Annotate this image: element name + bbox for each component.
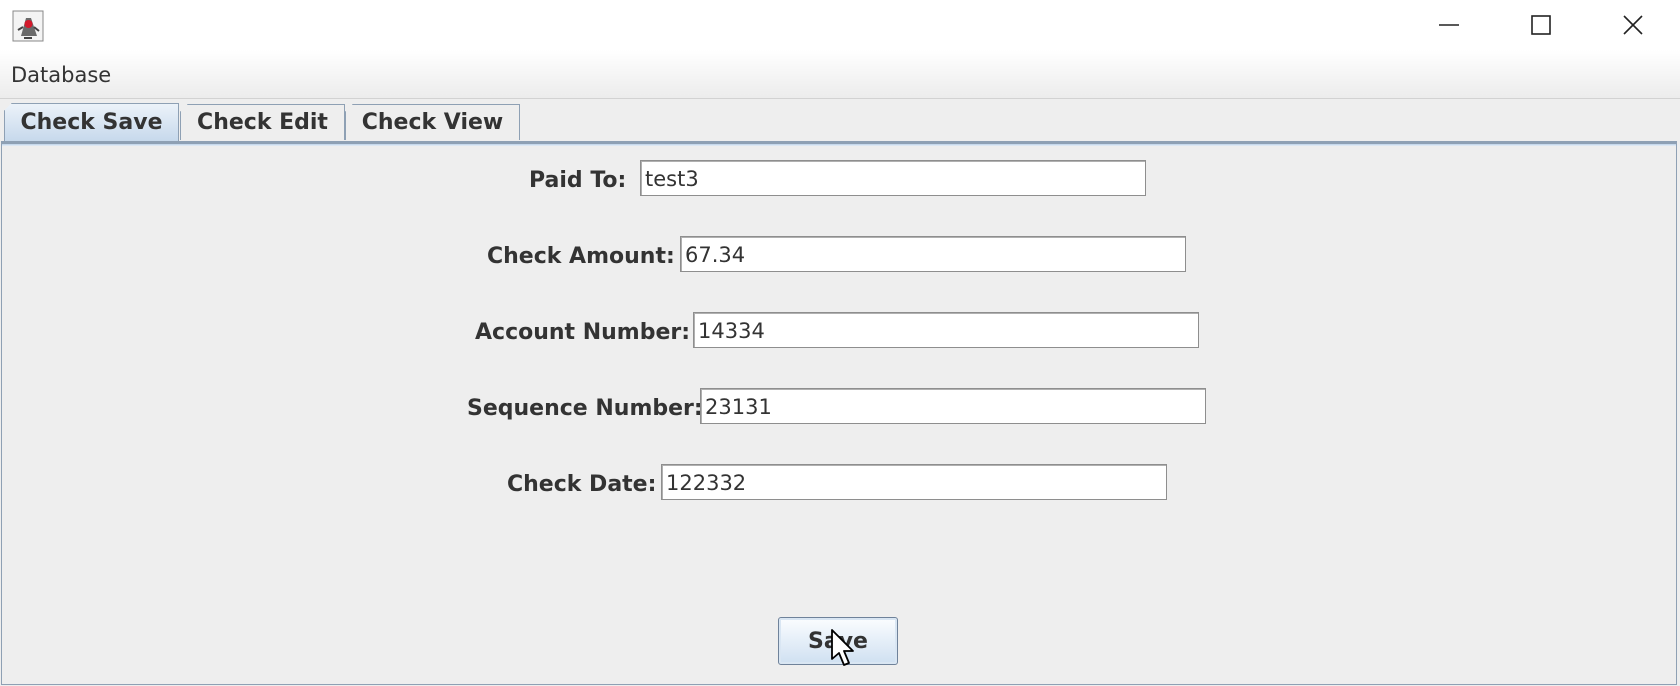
paid-to-field[interactable] (640, 160, 1146, 196)
sequence-number-field[interactable] (700, 388, 1206, 424)
tab-check-save[interactable]: Check Save (4, 103, 179, 141)
maximize-icon (1531, 15, 1551, 35)
sequence-number-label: Sequence Number: (467, 396, 703, 421)
close-button[interactable] (1587, 0, 1679, 50)
close-icon (1623, 15, 1643, 35)
tab-label: Check View (361, 110, 504, 135)
tab-check-view[interactable]: Check View (345, 104, 520, 140)
account-number-label: Account Number: (475, 320, 691, 345)
minimize-button[interactable] (1403, 0, 1495, 50)
tab-label: Check Edit (197, 110, 328, 135)
minimize-icon (1439, 24, 1459, 26)
maximize-button[interactable] (1495, 0, 1587, 50)
tab-label: Check Save (20, 110, 163, 135)
paid-to-label: Paid To: (529, 168, 627, 193)
check-date-field[interactable] (661, 464, 1167, 500)
menu-database[interactable]: Database (11, 63, 111, 87)
check-amount-field[interactable] (680, 236, 1186, 272)
account-number-field[interactable] (693, 312, 1199, 348)
java-duke-icon (12, 10, 44, 42)
check-amount-label: Check Amount: (487, 244, 675, 269)
title-bar (0, 0, 1680, 50)
tab-check-edit[interactable]: Check Edit (180, 104, 345, 140)
mouse-cursor-icon (831, 629, 854, 666)
check-date-label: Check Date: (507, 472, 657, 497)
menu-bar: Database (0, 50, 1680, 99)
